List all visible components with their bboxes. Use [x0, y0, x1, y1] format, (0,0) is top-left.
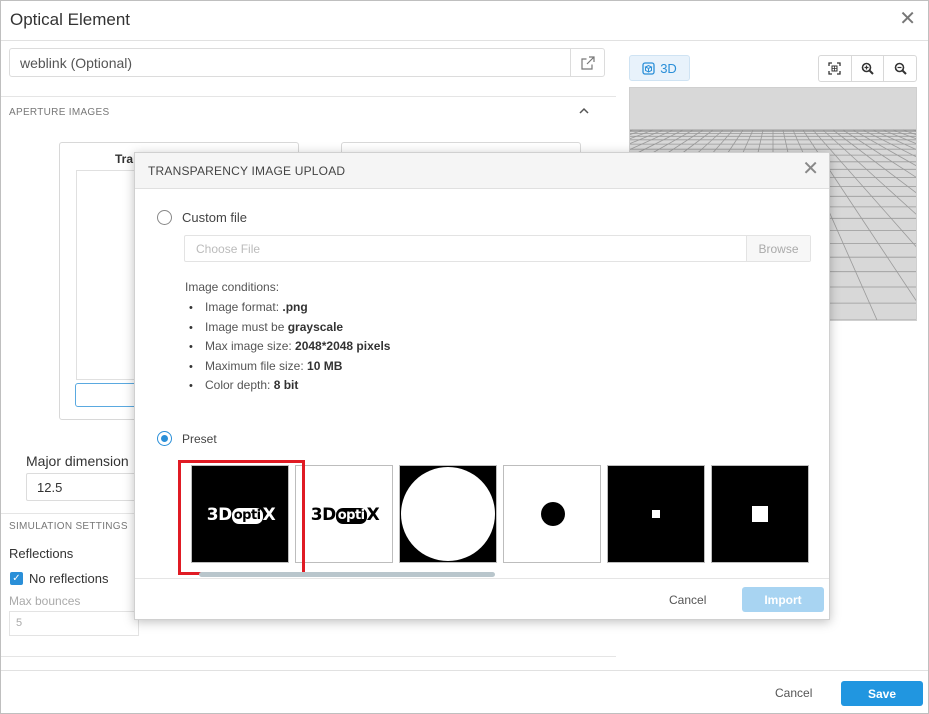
aperture-images-section-title: APERTURE IMAGES [9, 107, 110, 118]
view-3d-label: 3D [660, 60, 677, 76]
card-title: Tra [115, 152, 134, 166]
dot-shape [541, 502, 565, 526]
dialog-cancel-button[interactable]: Cancel [669, 593, 706, 607]
major-dimension-value: 12.5 [37, 480, 63, 495]
reflections-label: Reflections [9, 546, 74, 561]
window-header: Optical Element ✕ [1, 1, 928, 41]
cube-icon [642, 61, 655, 75]
no-reflections-label: No reflections [29, 571, 109, 586]
tiny-square-shape [652, 510, 660, 518]
preset-label: Preset [182, 432, 217, 446]
fit-view-icon [828, 62, 841, 75]
window-title: Optical Element [10, 10, 130, 29]
divider [1, 656, 616, 657]
condition-item: Maximum file size: 10 MB [189, 357, 390, 377]
custom-file-radio[interactable] [157, 210, 172, 225]
zoom-in-icon [861, 62, 874, 75]
max-bounces-value: 5 [16, 617, 23, 629]
preset-small-square[interactable] [711, 465, 809, 563]
dialog-title: TRANSPARENCY IMAGE UPLOAD [148, 164, 346, 178]
condition-item: Color depth: 8 bit [189, 376, 390, 396]
close-icon[interactable]: ✕ [899, 9, 916, 29]
external-link-button[interactable] [570, 49, 604, 76]
weblink-input[interactable]: weblink (Optional) [9, 48, 605, 77]
image-conditions-list: Image format: .png Image must be graysca… [189, 298, 390, 396]
dialog-footer-divider [135, 578, 829, 579]
condition-item: Image must be grayscale [189, 318, 390, 338]
custom-file-label: Custom file [182, 210, 248, 225]
major-dimension-input[interactable]: 12.5 [26, 473, 138, 501]
choose-file-placeholder: Choose File [196, 242, 261, 256]
image-conditions-title: Image conditions: [185, 280, 280, 294]
no-reflections-checkbox[interactable]: ✓ [10, 572, 23, 585]
chevron-up-icon[interactable] [579, 103, 589, 119]
import-button[interactable]: Import [742, 587, 824, 612]
external-link-icon [580, 55, 595, 70]
footer-divider [1, 670, 928, 671]
preset-large-circle[interactable] [399, 465, 497, 563]
save-button[interactable]: Save [841, 681, 923, 706]
zoom-out-icon [894, 62, 907, 75]
viewport-toolbar [818, 55, 917, 82]
condition-item: Image format: .png [189, 298, 390, 318]
max-bounces-label: Max bounces [9, 594, 81, 608]
zoom-out-button[interactable] [884, 56, 916, 81]
selected-preset-highlight [178, 460, 305, 575]
preset-tiny-square[interactable] [607, 465, 705, 563]
circle-shape [401, 467, 495, 561]
major-dimension-label: Major dimension [26, 453, 129, 469]
transparency-upload-dialog: TRANSPARENCY IMAGE UPLOAD ✕ Custom file … [134, 152, 830, 620]
preset-logo-white[interactable]: 3D opti X [295, 465, 393, 563]
dialog-header: TRANSPARENCY IMAGE UPLOAD ✕ [135, 153, 829, 189]
preset-scrollbar[interactable] [199, 572, 495, 577]
weblink-placeholder: weblink (Optional) [20, 55, 133, 71]
view-3d-button[interactable]: 3D [629, 55, 690, 81]
cancel-button[interactable]: Cancel [775, 686, 812, 700]
divider [1, 96, 616, 97]
small-square-shape [752, 506, 768, 522]
preset-small-dot[interactable] [503, 465, 601, 563]
preset-radio[interactable] [157, 431, 172, 446]
simulation-settings-title: SIMULATION SETTINGS [9, 521, 128, 532]
choose-file-input[interactable]: Choose File Browse [184, 235, 811, 262]
fit-view-button[interactable] [819, 56, 852, 81]
max-bounces-input[interactable]: 5 [9, 611, 139, 636]
browse-button[interactable]: Browse [746, 236, 810, 261]
3doptix-logo: 3D opti X [310, 505, 380, 525]
close-icon[interactable]: ✕ [802, 159, 819, 179]
zoom-in-button[interactable] [852, 56, 885, 81]
condition-item: Max image size: 2048*2048 pixels [189, 337, 390, 357]
